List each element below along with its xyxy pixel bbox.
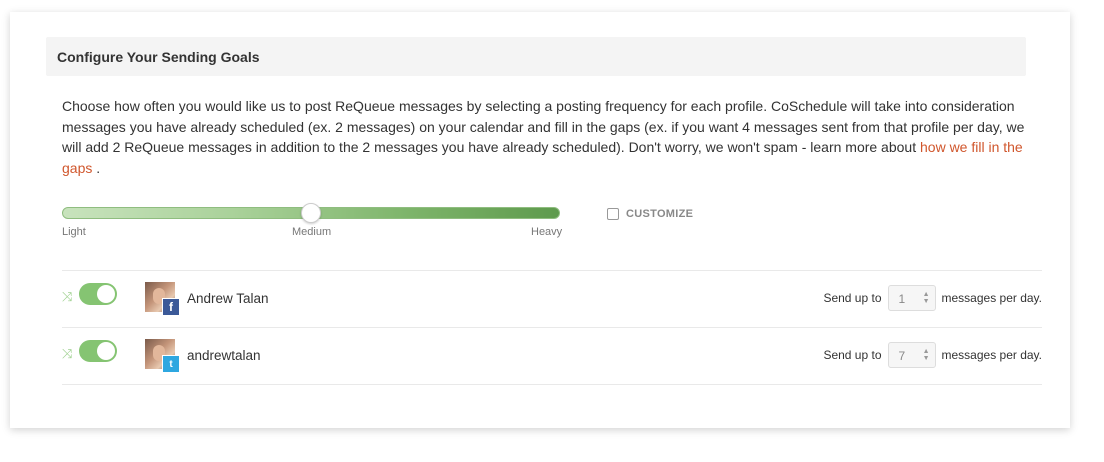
send-prefix: Send up to — [823, 291, 882, 305]
section-title: Configure Your Sending Goals — [57, 49, 260, 65]
message-count-value: 1 — [898, 292, 906, 306]
shuffle-icon: ⤨ — [62, 289, 73, 304]
send-prefix: Send up to — [823, 348, 882, 362]
send-suffix: messages per day. — [941, 291, 1043, 305]
stepper-arrows-icon[interactable]: ▲ ▼ — [923, 291, 930, 305]
slider-label-medium: Medium — [292, 226, 332, 238]
frequency-slider-thumb[interactable] — [301, 203, 321, 223]
customize-checkbox[interactable] — [607, 208, 619, 220]
message-count-value: 7 — [898, 349, 906, 363]
profile-enabled-toggle[interactable] — [79, 340, 117, 362]
send-limit: Send up to 7 ▲ ▼ messages per day. — [823, 342, 1042, 368]
section-header: Configure Your Sending Goals — [46, 37, 1026, 76]
divider — [62, 384, 1042, 385]
stepper-arrows-icon[interactable]: ▲ ▼ — [923, 348, 930, 362]
customize-label: CUSTOMIZE — [626, 208, 694, 220]
send-limit: Send up to 1 ▲ ▼ messages per day. — [823, 285, 1042, 311]
customize-option[interactable]: CUSTOMIZE — [607, 207, 693, 221]
send-suffix: messages per day. — [941, 348, 1043, 362]
sending-goals-card: Configure Your Sending Goals Choose how … — [10, 12, 1070, 428]
facebook-icon: f — [162, 298, 180, 316]
profile-row: ⤨ f Andrew Talan Send up to 1 ▲ ▼ message… — [62, 271, 1042, 327]
message-count-stepper[interactable]: 1 ▲ ▼ — [887, 285, 936, 311]
twitter-icon: t — [162, 355, 180, 373]
profile-row: ⤨ t andrewtalan Send up to 7 ▲ ▼ messages… — [62, 328, 1042, 384]
description: Choose how often you would like us to po… — [62, 96, 1042, 178]
slider-label-light: Light — [62, 226, 86, 238]
profile-name: andrewtalan — [187, 348, 261, 363]
profile-name: Andrew Talan — [187, 291, 269, 306]
toggle-knob — [97, 342, 115, 360]
shuffle-icon: ⤨ — [62, 346, 73, 361]
description-end: . — [92, 159, 101, 176]
profile-enabled-toggle[interactable] — [79, 283, 117, 305]
message-count-stepper[interactable]: 7 ▲ ▼ — [887, 342, 936, 368]
description-text: Choose how often you would like us to po… — [62, 98, 1025, 155]
toggle-knob — [97, 285, 115, 303]
slider-label-heavy: Heavy — [531, 226, 563, 238]
